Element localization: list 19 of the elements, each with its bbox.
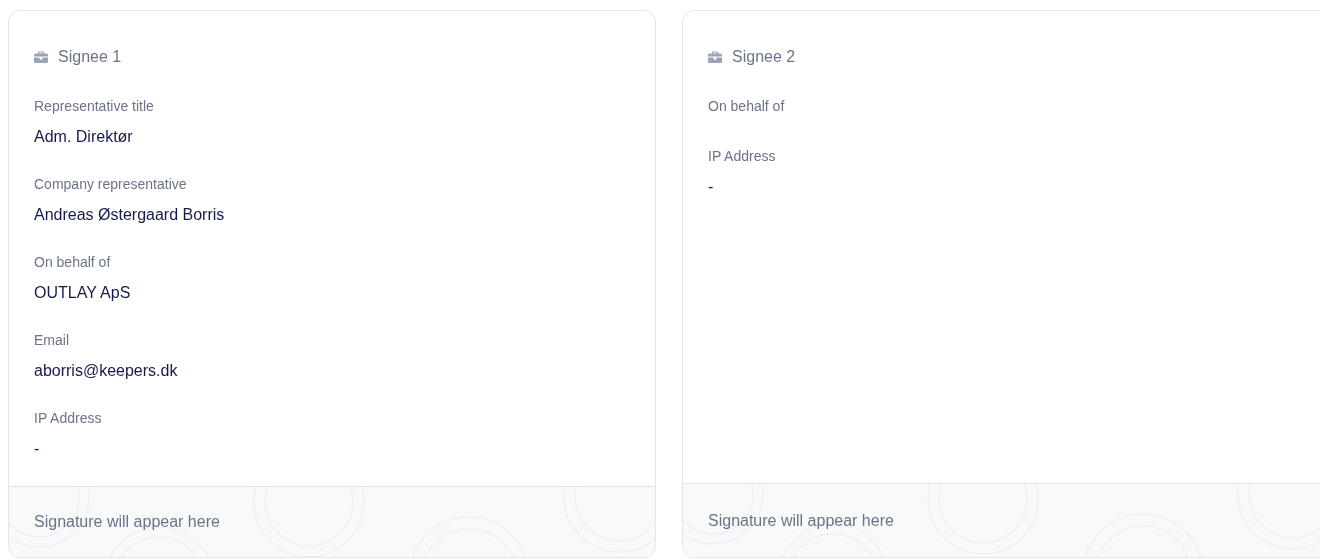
signature-field: Signature will appear here bbox=[9, 486, 655, 557]
field-label: IP Address bbox=[34, 409, 103, 428]
field-value: OUTLAY ApS bbox=[34, 283, 132, 303]
field-value: Adm. Direktør bbox=[34, 127, 134, 147]
field-label: On behalf of bbox=[34, 253, 112, 272]
signee-title: Signee 1 bbox=[58, 47, 122, 67]
field-value: - bbox=[708, 177, 715, 197]
briefcase-icon bbox=[708, 51, 722, 63]
field-label: On behalf of bbox=[708, 97, 786, 116]
field-value: - bbox=[34, 439, 41, 459]
field-label: IP Address bbox=[708, 147, 777, 166]
signature-field: Signature will appear here bbox=[683, 483, 1320, 557]
field-label: Email bbox=[34, 331, 70, 350]
field-label: Representative title bbox=[34, 97, 155, 116]
briefcase-icon bbox=[34, 51, 48, 63]
field-label: Company representative bbox=[34, 175, 188, 194]
field-value: aborris@keepers.dk bbox=[34, 361, 179, 381]
signee-title: Signee 2 bbox=[732, 47, 796, 67]
field-value: Andreas Østergaard Borris bbox=[34, 205, 226, 225]
